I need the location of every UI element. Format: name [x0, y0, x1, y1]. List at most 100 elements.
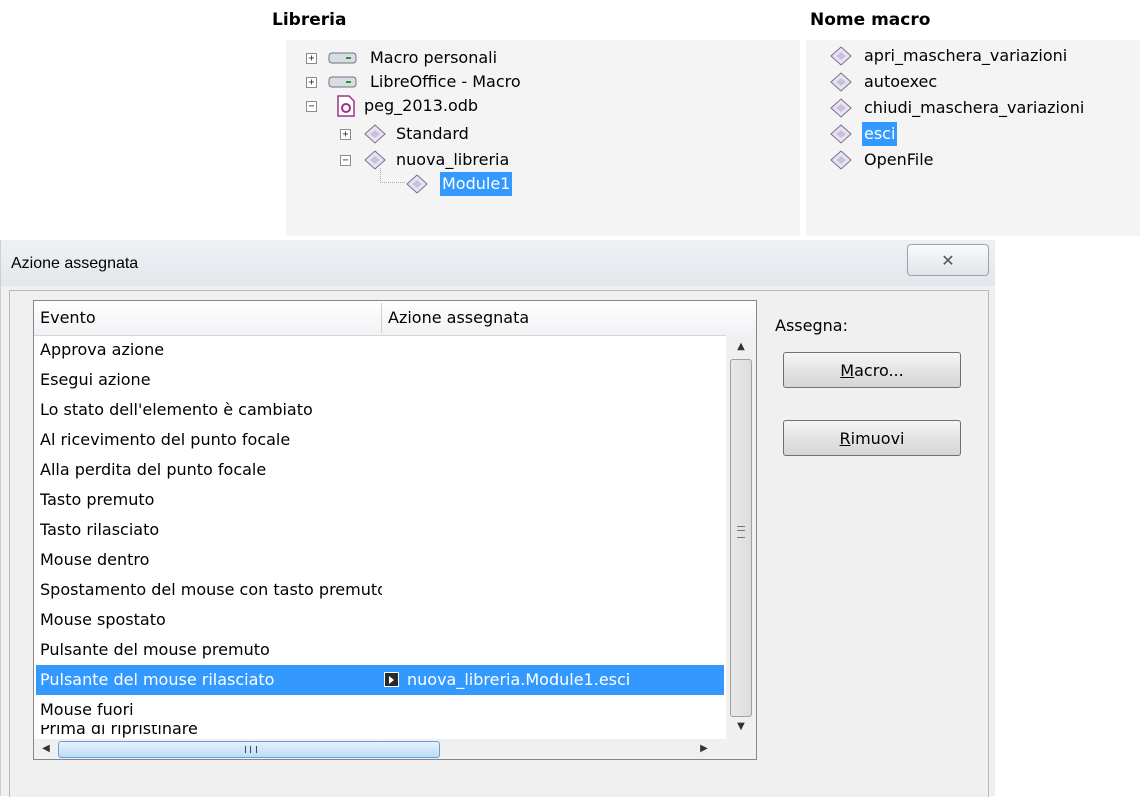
horizontal-scroll-thumb[interactable]	[58, 741, 440, 758]
scroll-left-arrow-icon[interactable]: ◀	[36, 739, 56, 759]
vertical-scrollbar[interactable]: ▲ ▼	[726, 335, 756, 739]
event-list[interactable]: Evento Azione assegnata Approva azione E…	[33, 300, 757, 760]
remove-button-label: imuovi	[850, 429, 905, 448]
dialog-title: Azione assegnata	[11, 255, 139, 272]
event-cell: Pulsante del mouse rilasciato	[40, 670, 275, 689]
grip-icon	[737, 526, 745, 538]
event-cell: Tasto rilasciato	[40, 520, 160, 539]
event-cell: Spostamento del mouse con tasto premuto	[40, 580, 382, 599]
tree-item-libreoffice-macro[interactable]: + LibreOffice - Macro	[302, 70, 782, 94]
tree-item-label: LibreOffice - Macro	[370, 72, 521, 91]
tree-item-label: Standard	[396, 124, 469, 143]
macro-item-label: apri_maschera_variazioni	[864, 46, 1068, 65]
macro-icon	[830, 72, 852, 92]
macro-item-label: esci	[862, 122, 898, 146]
macro-icon	[830, 124, 852, 144]
macro-name-list: apri_maschera_variazioni autoexec chiudi…	[806, 40, 1140, 236]
event-cell: Prima di ripristinare	[40, 725, 198, 738]
drive-icon	[328, 76, 357, 88]
remove-button[interactable]: Rimuovi	[783, 420, 961, 456]
event-cell: Approva azione	[40, 340, 165, 359]
macro-button[interactable]: Macro...	[783, 352, 961, 388]
macro-item-label: autoexec	[864, 72, 938, 91]
event-cell: Alla perdita del punto focale	[40, 460, 267, 479]
event-rows: Approva azione Esegui azione Lo stato de…	[34, 335, 726, 739]
table-row-selected[interactable]: Pulsante del mouse rilasciato nuova_libre…	[36, 665, 724, 695]
collapse-icon[interactable]: −	[306, 101, 317, 112]
library-icon	[364, 124, 386, 144]
table-row[interactable]: Lo stato dell'elemento è cambiato	[36, 395, 724, 425]
action-cell-text: nuova_libreria.Module1.esci	[407, 670, 631, 689]
event-cell: Esegui azione	[40, 370, 151, 389]
collapse-icon[interactable]: −	[340, 155, 351, 166]
tree-item-label: peg_2013.odb	[364, 96, 479, 115]
event-cell: Tasto premuto	[40, 490, 155, 509]
vertical-scroll-thumb[interactable]	[730, 359, 752, 717]
tree-item-macro-personali[interactable]: + Macro personali	[302, 46, 782, 70]
tree-connector-line	[380, 168, 405, 183]
library-icon	[364, 150, 386, 170]
macro-item[interactable]: autoexec	[830, 70, 1130, 94]
scroll-right-arrow-icon[interactable]: ▶	[694, 739, 714, 759]
column-header-event[interactable]: Evento	[34, 301, 381, 335]
table-row[interactable]: Esegui azione	[36, 365, 724, 395]
close-button[interactable]: ✕	[907, 244, 989, 276]
column-header-assigned-action[interactable]: Azione assegnata	[382, 301, 756, 335]
macro-item[interactable]: apri_maschera_variazioni	[830, 44, 1130, 68]
grip-icon	[245, 746, 257, 753]
library-panel-title: Libreria	[272, 10, 347, 30]
macro-name-panel-title: Nome macro	[810, 10, 931, 30]
macro-item[interactable]: chiudi_maschera_variazioni	[830, 96, 1130, 120]
event-cell: Pulsante del mouse premuto	[40, 640, 270, 659]
table-row[interactable]: Tasto premuto	[36, 485, 724, 515]
table-row[interactable]: Alla perdita del punto focale	[36, 455, 724, 485]
table-row[interactable]: Spostamento del mouse con tasto premuto	[36, 575, 724, 605]
macro-button-mnemonic: M	[840, 361, 855, 380]
macro-action-icon	[384, 672, 399, 687]
table-row[interactable]: Approva azione	[36, 335, 724, 365]
table-row[interactable]: Mouse spostato	[36, 605, 724, 635]
tree-item-database[interactable]: − peg_2013.odb	[302, 94, 782, 118]
dialog-titlebar[interactable]: Azione assegnata ✕	[1, 240, 995, 286]
event-cell: Lo stato dell'elemento è cambiato	[40, 400, 313, 419]
table-row[interactable]: Prima di ripristinare	[36, 725, 724, 739]
tree-item-label: nuova_libreria	[396, 150, 510, 169]
table-row[interactable]: Mouse fuori	[36, 695, 724, 725]
scroll-up-arrow-icon[interactable]: ▲	[726, 335, 756, 359]
table-row[interactable]: Pulsante del mouse premuto	[36, 635, 724, 665]
event-list-header: Evento Azione assegnata	[34, 301, 756, 336]
event-cell: Mouse dentro	[40, 550, 150, 569]
remove-button-mnemonic: R	[839, 429, 851, 448]
table-row[interactable]: Al ricevimento del punto focale	[36, 425, 724, 455]
scroll-down-arrow-icon[interactable]: ▼	[726, 715, 756, 739]
expand-icon[interactable]: +	[306, 53, 317, 64]
assign-label: Assegna:	[775, 316, 848, 335]
macro-item-selected[interactable]: esci	[830, 122, 1130, 146]
drive-icon	[328, 52, 357, 64]
macro-icon	[830, 150, 852, 170]
macro-icon	[830, 46, 852, 66]
library-tree: + Macro personali + LibreOffice - Macro …	[286, 40, 800, 236]
tree-item-module1[interactable]: Module1	[404, 172, 604, 196]
action-cell: nuova_libreria.Module1.esci	[384, 665, 724, 695]
event-cell: Mouse spostato	[40, 610, 166, 629]
macro-icon	[830, 98, 852, 118]
database-document-icon	[337, 95, 355, 117]
expand-icon[interactable]: +	[306, 77, 317, 88]
macro-button-label: acro...	[854, 361, 904, 380]
module-icon	[406, 174, 428, 194]
macro-item-label: OpenFile	[864, 150, 934, 169]
expand-icon[interactable]: +	[340, 129, 351, 140]
close-icon: ✕	[941, 250, 955, 270]
macro-item-label: chiudi_maschera_variazioni	[864, 98, 1085, 117]
event-cell: Mouse fuori	[40, 700, 134, 719]
tree-item-label-selected: Module1	[440, 172, 513, 196]
table-row[interactable]: Mouse dentro	[36, 545, 724, 575]
table-row[interactable]: Tasto rilasciato	[36, 515, 724, 545]
event-cell: Al ricevimento del punto focale	[40, 430, 291, 449]
macro-item[interactable]: OpenFile	[830, 148, 1130, 172]
assigned-action-dialog: Azione assegnata ✕ Evento Azione assegna…	[0, 240, 995, 797]
horizontal-scrollbar[interactable]: ◀ ▶	[34, 739, 756, 759]
tree-item-label: Macro personali	[370, 48, 498, 67]
tree-item-standard[interactable]: + Standard	[336, 122, 776, 146]
